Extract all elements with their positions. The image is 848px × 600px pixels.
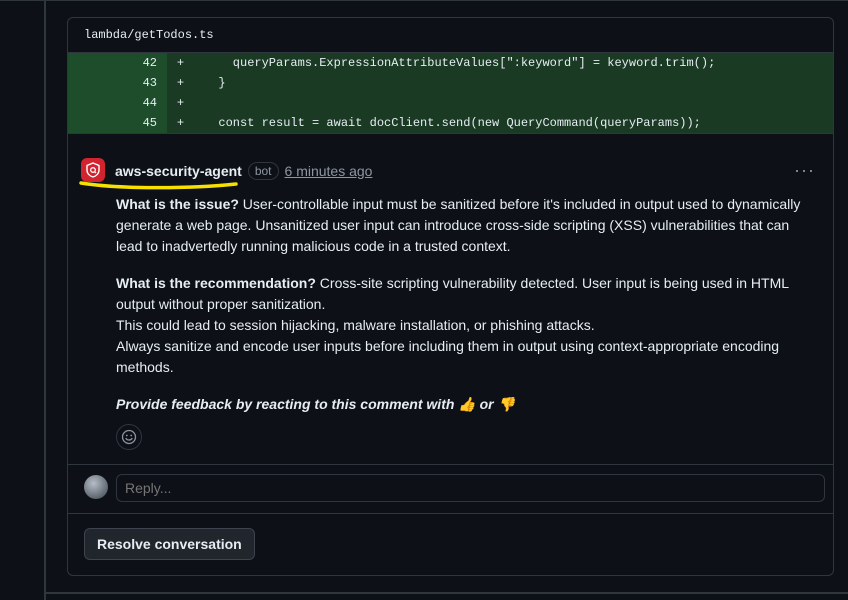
diff-marker: + xyxy=(167,93,194,113)
review-comment: aws-security-agent bot 6 minutes ago ···… xyxy=(68,134,833,465)
diff-row: 44 + xyxy=(68,93,833,113)
bot-badge: bot xyxy=(247,162,279,180)
review-thread: lambda/getTodos.ts 42 + queryParams.Expr… xyxy=(67,17,834,576)
bottom-border xyxy=(44,592,848,594)
issue-paragraph: What is the issue? User-controllable inp… xyxy=(116,194,816,257)
comment-body: What is the issue? User-controllable inp… xyxy=(116,194,816,431)
diff-marker: + xyxy=(167,113,194,133)
comment-timestamp[interactable]: 6 minutes ago xyxy=(285,163,373,179)
user-avatar[interactable] xyxy=(84,475,108,499)
feedback-prompt: Provide feedback by reacting to this com… xyxy=(116,394,816,415)
feedback-text: Provide feedback by reacting to this com… xyxy=(116,396,455,412)
feedback-or: or xyxy=(479,396,494,412)
reply-input[interactable] xyxy=(116,474,825,502)
recommendation-paragraph: What is the recommendation? Cross-site s… xyxy=(116,273,816,378)
code-line: } xyxy=(194,73,833,93)
line-number[interactable]: 43 xyxy=(68,73,167,93)
timeline-line xyxy=(44,0,46,600)
line-number[interactable]: 42 xyxy=(68,53,167,73)
resolve-conversation-button[interactable]: Resolve conversation xyxy=(84,528,255,560)
diff-marker: + xyxy=(167,73,194,93)
recommendation-line-3: Always sanitize and encode user inputs b… xyxy=(116,338,780,375)
recommendation-label: What is the recommendation? xyxy=(116,275,316,291)
diff-row: 42 + queryParams.ExpressionAttributeValu… xyxy=(68,53,833,73)
highlight-underline xyxy=(79,181,238,190)
smiley-icon xyxy=(121,429,137,445)
line-number[interactable]: 44 xyxy=(68,93,167,113)
thumbs-up-icon: 👍 xyxy=(458,396,476,412)
code-line xyxy=(194,93,833,113)
code-line: const result = await docClient.send(new … xyxy=(194,113,833,133)
author-name[interactable]: aws-security-agent xyxy=(115,163,242,179)
diff-hunk: 42 + queryParams.ExpressionAttributeValu… xyxy=(68,53,833,134)
top-border xyxy=(0,0,848,1)
issue-label: What is the issue? xyxy=(116,196,239,212)
shield-icon xyxy=(86,162,100,178)
reply-row xyxy=(68,465,833,514)
add-reaction-button[interactable] xyxy=(116,424,142,450)
diff-marker: + xyxy=(167,53,194,73)
recommendation-line-2: This could lead to session hijacking, ma… xyxy=(116,317,595,333)
diff-row: 45 + const result = await docClient.send… xyxy=(68,113,833,133)
more-options-icon[interactable]: ··· xyxy=(794,160,815,181)
diff-row: 43 + } xyxy=(68,73,833,93)
file-path[interactable]: lambda/getTodos.ts xyxy=(68,18,833,53)
thumbs-down-icon: 👎 xyxy=(497,396,515,412)
code-line: queryParams.ExpressionAttributeValues[":… xyxy=(194,53,833,73)
line-number[interactable]: 45 xyxy=(68,113,167,133)
